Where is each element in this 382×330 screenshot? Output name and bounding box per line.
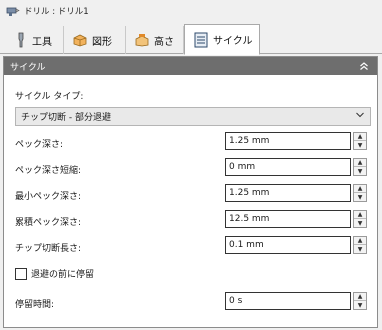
tab-shape-label: 図形	[92, 36, 112, 48]
cycle-panel: サイクル サイクル タイプ: チップ切断 - 部分退避 ペック深さ: 1.25 …	[3, 56, 378, 328]
dwell-before-retract-checkbox[interactable]	[15, 267, 27, 280]
spin-down-icon[interactable]: ▼	[354, 301, 366, 309]
spin-up-icon[interactable]: ▲	[354, 293, 366, 301]
height-icon	[135, 34, 149, 47]
drill-icon	[6, 7, 20, 16]
panel-title: サイクル	[10, 62, 46, 73]
tab-shape[interactable]: 図形	[64, 26, 126, 54]
min-peck-depth-label: 最小ペック深さ:	[15, 192, 82, 202]
peck-reduction-spinner[interactable]: ▲ ▼	[353, 158, 367, 176]
cycle-type-value: チップ切断 - 部分退避	[21, 113, 111, 123]
spin-up-icon[interactable]: ▲	[354, 133, 366, 141]
cycle-type-label: サイクル タイプ:	[15, 92, 84, 102]
peck-depth-label: ペック深さ:	[15, 140, 64, 150]
min-peck-depth-spinner[interactable]: ▲ ▼	[353, 184, 367, 202]
cycle-type-select[interactable]: チップ切断 - 部分退避	[15, 107, 371, 126]
chip-break-length-spinner[interactable]: ▲ ▼	[353, 236, 367, 254]
peck-reduction-label: ペック深さ短縮:	[15, 166, 82, 176]
tab-height[interactable]: 高さ	[126, 26, 184, 54]
accumulated-peck-depth-label: 累積ペック深さ:	[15, 218, 82, 228]
spin-up-icon[interactable]: ▲	[354, 211, 366, 219]
chevron-down-icon	[355, 110, 365, 123]
peck-reduction-field[interactable]: 0 mm	[225, 158, 351, 176]
dwell-period-spinner[interactable]: ▲ ▼	[353, 292, 367, 310]
spin-up-icon[interactable]: ▲	[354, 185, 366, 193]
chip-break-length-label: チップ切断長さ:	[15, 244, 82, 254]
tab-cycle[interactable]: サイクル	[184, 24, 260, 55]
dwell-period-label: 停留時間:	[15, 300, 55, 310]
accumulated-peck-depth-spinner[interactable]: ▲ ▼	[353, 210, 367, 228]
spin-down-icon[interactable]: ▼	[354, 245, 366, 253]
dwell-before-retract-row[interactable]: 退避の前に停留	[15, 267, 94, 280]
tab-tool[interactable]: 工具	[6, 26, 64, 54]
title-bar: ドリル : ドリル1	[0, 0, 382, 22]
spin-down-icon[interactable]: ▼	[354, 193, 366, 201]
peck-depth-field[interactable]: 1.25 mm	[225, 132, 351, 150]
tab-height-label: 高さ	[154, 36, 174, 48]
tab-tool-label: 工具	[32, 36, 52, 48]
accumulated-peck-depth-field[interactable]: 12.5 mm	[225, 210, 351, 228]
tab-cycle-label: サイクル	[213, 36, 253, 47]
spin-down-icon[interactable]: ▼	[354, 167, 366, 175]
peck-depth-spinner[interactable]: ▲ ▼	[353, 132, 367, 150]
tab-bar: 工具 図形 高さ サイクル	[0, 24, 382, 55]
window-title: ドリル : ドリル1	[24, 7, 89, 17]
chip-break-length-field[interactable]: 0.1 mm	[225, 236, 351, 254]
shape-icon	[73, 34, 87, 47]
dwell-period-field[interactable]: 0 s	[225, 292, 351, 310]
min-peck-depth-field[interactable]: 1.25 mm	[225, 184, 351, 202]
panel-header[interactable]: サイクル	[4, 57, 377, 75]
spin-down-icon[interactable]: ▼	[354, 219, 366, 227]
dwell-before-retract-label: 退避の前に停留	[31, 270, 95, 280]
cycle-icon	[194, 32, 208, 47]
collapse-icon[interactable]	[357, 59, 371, 73]
spin-up-icon[interactable]: ▲	[354, 237, 366, 245]
tool-icon	[18, 32, 24, 48]
spin-up-icon[interactable]: ▲	[354, 159, 366, 167]
spin-down-icon[interactable]: ▼	[354, 141, 366, 149]
